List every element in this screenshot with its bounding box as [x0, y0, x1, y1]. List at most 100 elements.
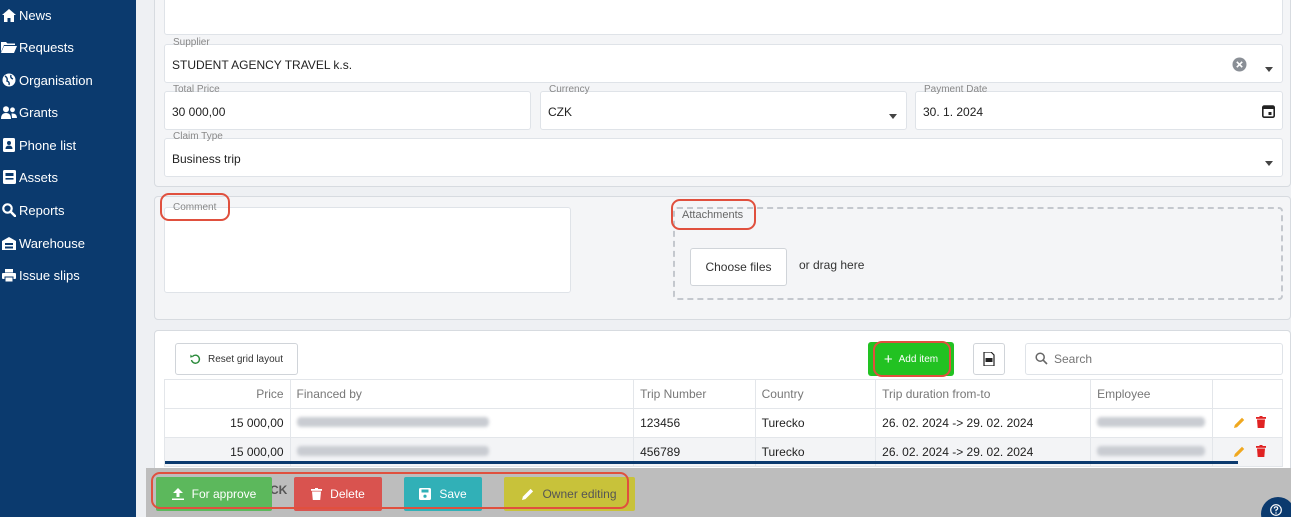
save-button[interactable]: Save	[404, 477, 482, 511]
reset-grid-layout-label: Reset grid layout	[207, 353, 284, 365]
owner-editing-button[interactable]: Owner editing	[504, 477, 635, 511]
sidebar-item-label: Grants	[19, 104, 59, 120]
sidebar: News Requests Organisation Grants Phone …	[0, 0, 136, 517]
search-icon	[1035, 352, 1048, 368]
comment-label: Comment	[173, 202, 217, 213]
sidebar-item-label: Phone list	[19, 137, 77, 153]
sidebar-item-news[interactable]: News	[0, 0, 136, 30]
column-header-employee[interactable]: Employee	[1090, 379, 1213, 409]
choose-files-button[interactable]: Choose files	[690, 248, 787, 286]
floppy-disk-icon	[419, 488, 432, 500]
trash-icon[interactable]	[1256, 444, 1266, 460]
for-approve-label: For approve	[191, 487, 257, 501]
owner-editing-label: Owner editing	[542, 487, 617, 501]
chevron-down-icon[interactable]	[1265, 61, 1273, 72]
sidebar-item-label: Reports	[19, 202, 65, 218]
supplier-value: STUDENT AGENCY TRAVEL k.s.	[172, 58, 353, 72]
save-label: Save	[439, 487, 467, 501]
sidebar-item-label: Organisation	[19, 72, 93, 88]
comment-textarea[interactable]	[164, 207, 571, 293]
chevron-down-icon[interactable]	[1265, 155, 1273, 166]
table-row[interactable]: 15 000,00 123456 Turecko 26. 02. 2024 ->…	[164, 408, 1284, 438]
edit-icon[interactable]	[1233, 446, 1245, 460]
chevron-down-icon[interactable]	[889, 108, 897, 119]
add-item-button[interactable]: + Add item	[868, 342, 954, 376]
hidden-fragment-text: CK	[270, 483, 288, 497]
sidebar-item-phone-list[interactable]: Phone list	[0, 130, 136, 160]
trash-icon	[311, 488, 323, 500]
for-approve-button[interactable]: For approve	[156, 477, 272, 511]
search-field[interactable]	[1025, 343, 1283, 375]
sidebar-item-grants[interactable]: Grants	[0, 97, 136, 127]
clear-icon[interactable]	[1232, 57, 1247, 72]
column-header-country[interactable]: Country	[754, 379, 877, 409]
claim-type-label: Claim Type	[173, 131, 223, 142]
sidebar-item-label: Assets	[19, 169, 59, 185]
currency-value: CZK	[548, 105, 572, 119]
sidebar-item-organisation[interactable]: Organisation	[0, 65, 136, 95]
column-header-trip-number[interactable]: Trip Number	[633, 379, 756, 409]
supplier-label: Supplier	[173, 37, 210, 48]
phone-book-icon	[0, 137, 18, 153]
add-item-label: Add item	[898, 353, 939, 365]
sidebar-item-label: Warehouse	[19, 235, 85, 251]
sidebar-item-requests[interactable]: Requests	[0, 32, 136, 62]
claim-type-select[interactable]: Claim Type Business trip	[164, 131, 1283, 177]
users-icon	[0, 104, 18, 120]
globe-icon	[0, 72, 18, 88]
cell-actions	[1211, 408, 1284, 438]
cell-financed-by-redacted	[289, 408, 635, 438]
briefcase-icon	[0, 169, 18, 185]
folder-icon	[0, 39, 18, 55]
total-price-field[interactable]: Total Price 30 000,00	[164, 84, 531, 130]
sidebar-item-assets[interactable]: Assets	[0, 162, 136, 192]
home-icon	[0, 7, 18, 23]
column-header-price[interactable]: Price	[164, 379, 291, 409]
sidebar-item-warehouse[interactable]: Warehouse	[0, 228, 136, 258]
printer-icon	[0, 267, 18, 283]
items-grid: Price Financed by Trip Number Country Tr…	[164, 379, 1284, 467]
drag-hint: or drag here	[799, 258, 865, 272]
total-price-label: Total Price	[173, 84, 220, 95]
payment-date-field[interactable]: Payment Date 30. 1. 2024	[915, 84, 1283, 130]
total-price-value: 30 000,00	[172, 105, 226, 119]
export-button[interactable]	[973, 343, 1005, 375]
delete-label: Delete	[330, 487, 365, 501]
pencil-icon	[522, 488, 534, 500]
grid-header-row: Price Financed by Trip Number Country Tr…	[164, 379, 1284, 409]
cell-trip-duration: 26. 02. 2024 -> 29. 02. 2024	[875, 408, 1092, 438]
edit-icon[interactable]	[1233, 417, 1245, 431]
payment-date-label: Payment Date	[924, 84, 988, 95]
column-header-actions	[1211, 379, 1284, 409]
undo-icon	[190, 354, 201, 365]
column-header-trip-duration[interactable]: Trip duration from-to	[875, 379, 1092, 409]
export-icon	[983, 352, 995, 366]
top-field[interactable]	[164, 0, 1283, 35]
payment-date-value: 30. 1. 2024	[923, 105, 984, 119]
search-icon	[0, 202, 18, 218]
currency-label: Currency	[549, 84, 590, 95]
attachments-label: Attachments	[682, 209, 744, 221]
search-input[interactable]	[1054, 350, 1274, 368]
currency-select[interactable]: Currency CZK	[540, 84, 907, 130]
calendar-icon[interactable]	[1262, 104, 1275, 118]
cell-trip-number: 123456	[633, 408, 756, 438]
supplier-field[interactable]: Supplier STUDENT AGENCY TRAVEL k.s.	[164, 37, 1283, 83]
sidebar-item-label: Issue slips	[19, 267, 80, 283]
cell-country: Turecko	[754, 408, 877, 438]
sidebar-item-reports[interactable]: Reports	[0, 195, 136, 225]
sidebar-item-issue-slips[interactable]: Issue slips	[0, 260, 136, 290]
cell-employee-redacted	[1090, 408, 1213, 438]
sidebar-item-label: Requests	[19, 39, 74, 55]
plus-icon: +	[883, 350, 893, 368]
trash-icon[interactable]	[1256, 415, 1266, 431]
reset-grid-layout-button[interactable]: Reset grid layout	[175, 343, 298, 375]
cell-price: 15 000,00	[164, 408, 291, 438]
delete-button[interactable]: Delete	[294, 477, 382, 511]
warehouse-icon	[0, 235, 18, 251]
sidebar-item-label: News	[19, 7, 52, 23]
upload-icon	[171, 488, 184, 500]
claim-type-value: Business trip	[172, 152, 241, 166]
grid-scrollbar[interactable]	[165, 461, 1238, 464]
column-header-financed-by[interactable]: Financed by	[289, 379, 635, 409]
